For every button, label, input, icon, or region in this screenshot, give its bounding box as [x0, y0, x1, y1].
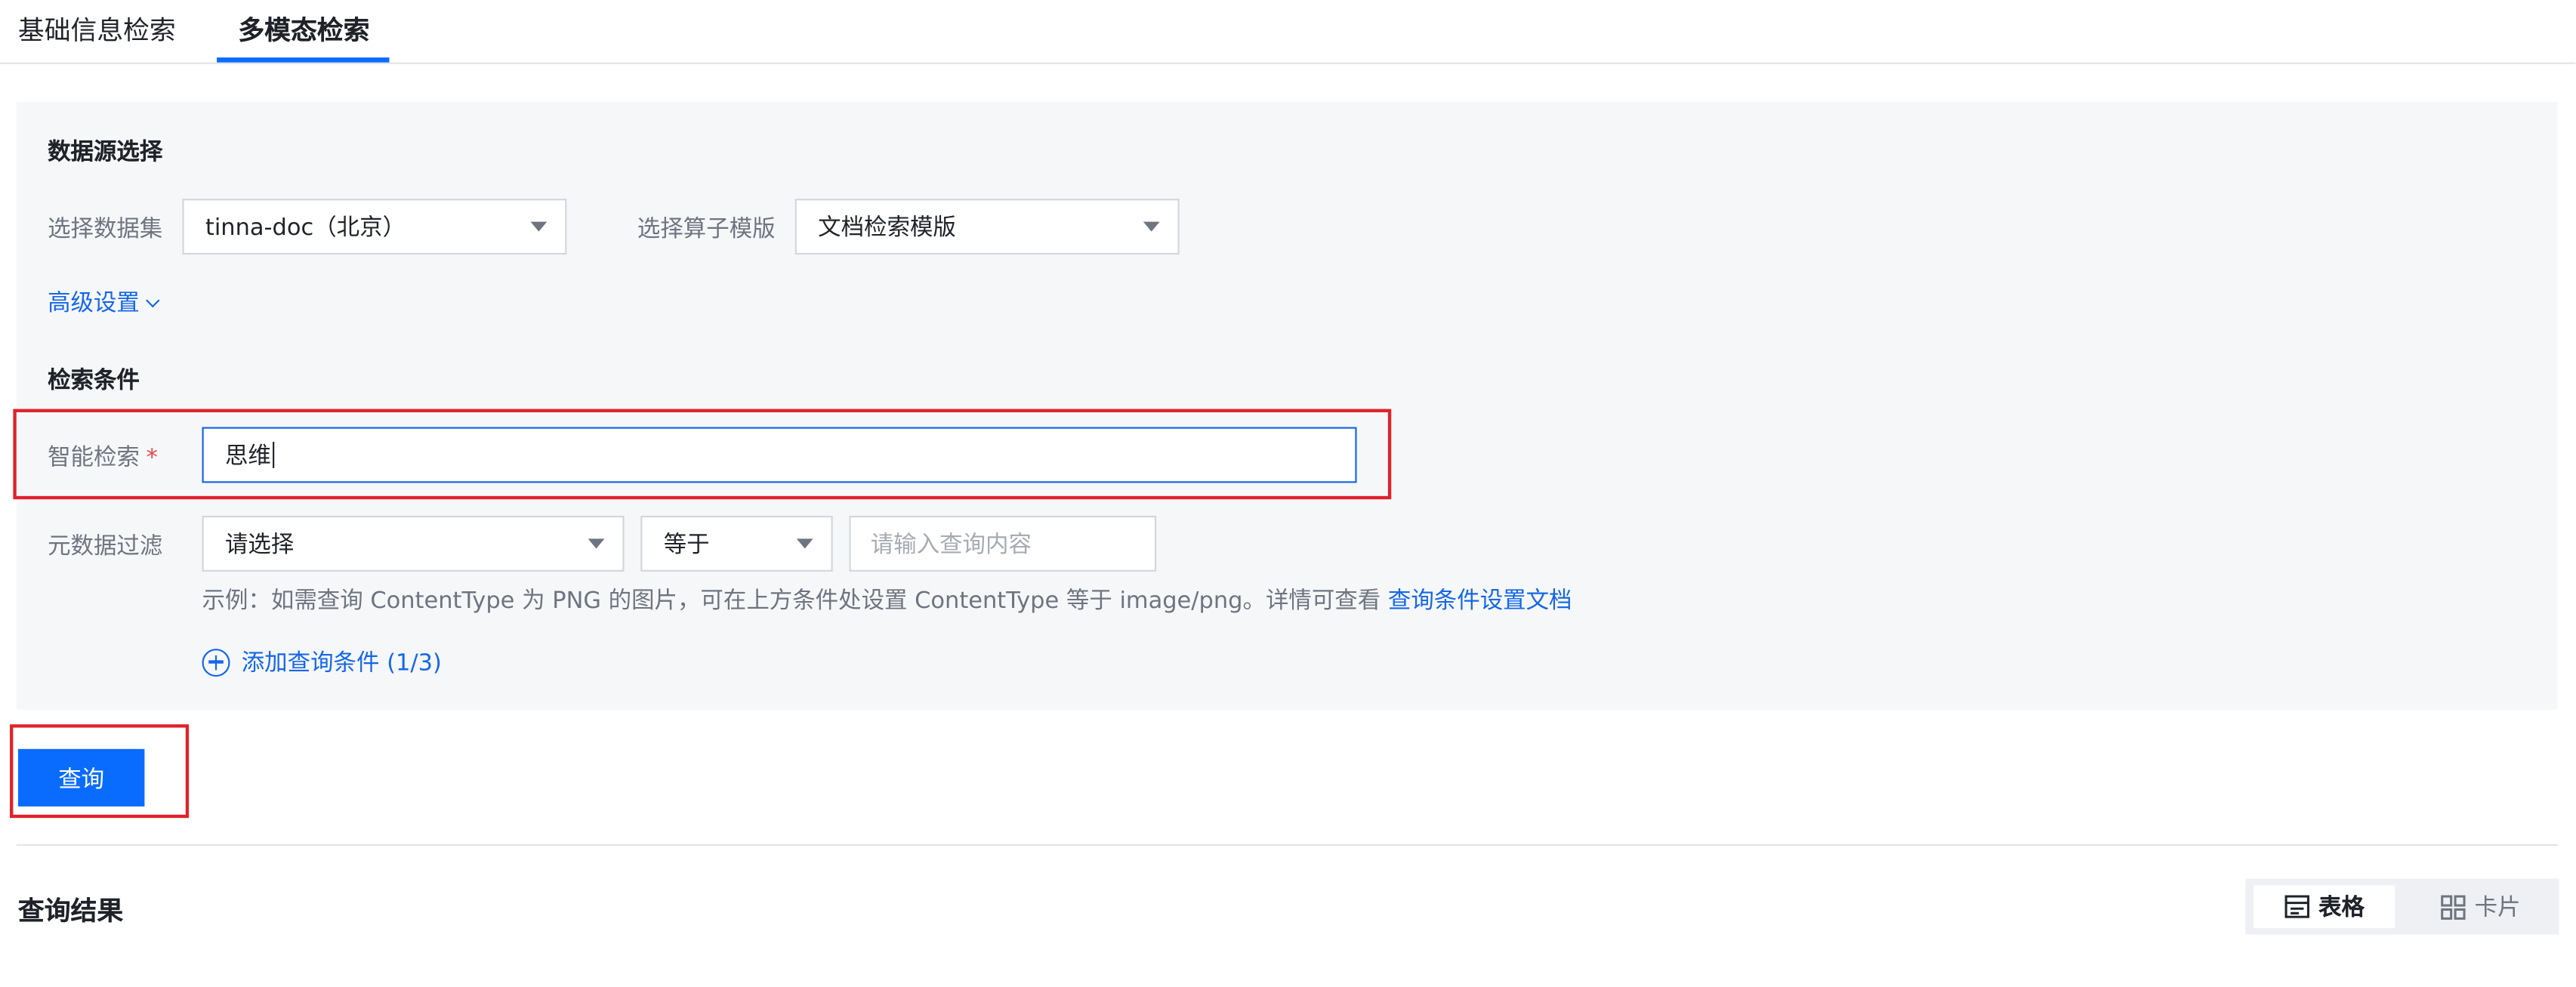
- filter-hint-text: 示例：如需查询 ContentType 为 PNG 的图片，可在上方条件处设置 …: [202, 588, 1381, 615]
- tab-multimodal-search[interactable]: 多模态检索: [238, 13, 369, 49]
- filter-hint: 示例：如需查询 ContentType 为 PNG 的图片，可在上方条件处设置 …: [202, 583, 1572, 616]
- tab-bar: [0, 0, 2576, 64]
- metadata-field-select[interactable]: 请选择: [202, 515, 625, 572]
- caret-down-icon: [530, 221, 548, 232]
- query-value-input[interactable]: 请输入查询内容: [849, 515, 1157, 572]
- dataset-label: 选择数据集: [48, 217, 163, 243]
- dataset-select-value: tinna-doc（北京）: [205, 214, 406, 242]
- caret-down-icon: [588, 538, 605, 549]
- advanced-settings-toggle[interactable]: 高级设置: [48, 285, 160, 319]
- conditions-section-title: 检索条件: [48, 368, 140, 394]
- grid-card-icon: [2440, 894, 2465, 919]
- add-condition-button[interactable]: 添加查询条件 (1/3): [202, 646, 442, 679]
- query-condition-doc-link[interactable]: 查询条件设置文档: [1388, 588, 1572, 615]
- smart-search-label-text: 智能检索: [48, 445, 140, 472]
- metadata-filter-label: 元数据过滤: [48, 533, 163, 560]
- template-label: 选择算子模版: [637, 217, 776, 243]
- text-cursor: [273, 442, 275, 468]
- smart-search-input-value: 思维: [224, 443, 271, 470]
- operator-select[interactable]: 等于: [640, 515, 833, 572]
- query-button[interactable]: 查询: [17, 748, 145, 807]
- template-select[interactable]: 文档检索模版: [794, 199, 1180, 255]
- multimodal-search-page: 基础信息检索 多模态检索 数据源选择 选择数据集 tinna-doc（北京） 选…: [0, 0, 2576, 987]
- view-table-label: 表格: [2318, 895, 2365, 922]
- view-mode-toggle: 表格 卡片: [2245, 878, 2559, 935]
- plus-circle-icon: [202, 648, 230, 677]
- required-mark: *: [146, 445, 158, 472]
- metadata-field-value: 请选择: [224, 532, 295, 559]
- view-card-label: 卡片: [2474, 895, 2521, 922]
- datasource-section-title: 数据源选择: [48, 139, 163, 166]
- search-form-panel: [16, 101, 2558, 710]
- smart-search-label: 智能检索 *: [48, 440, 158, 473]
- caret-down-icon: [1143, 221, 1160, 232]
- chevron-down-icon: [146, 293, 160, 308]
- view-table-button[interactable]: 表格: [2254, 885, 2396, 928]
- operator-value: 等于: [663, 532, 710, 559]
- template-select-value: 文档检索模版: [818, 214, 956, 242]
- results-title: 查询结果: [17, 895, 124, 927]
- view-card-button[interactable]: 卡片: [2410, 885, 2551, 928]
- dataset-select[interactable]: tinna-doc（北京）: [182, 199, 567, 255]
- query-value-placeholder: 请输入查询内容: [870, 532, 1032, 559]
- add-condition-label: 添加查询条件 (1/3): [241, 650, 442, 677]
- active-tab-indicator: [217, 57, 390, 63]
- table-icon: [2284, 895, 2309, 918]
- advanced-settings-label: 高级设置: [48, 290, 140, 317]
- smart-search-input[interactable]: 思维: [202, 427, 1357, 483]
- tab-basic-info-search[interactable]: 基础信息检索: [18, 13, 176, 49]
- section-divider: [16, 844, 2558, 847]
- caret-down-icon: [796, 538, 813, 549]
